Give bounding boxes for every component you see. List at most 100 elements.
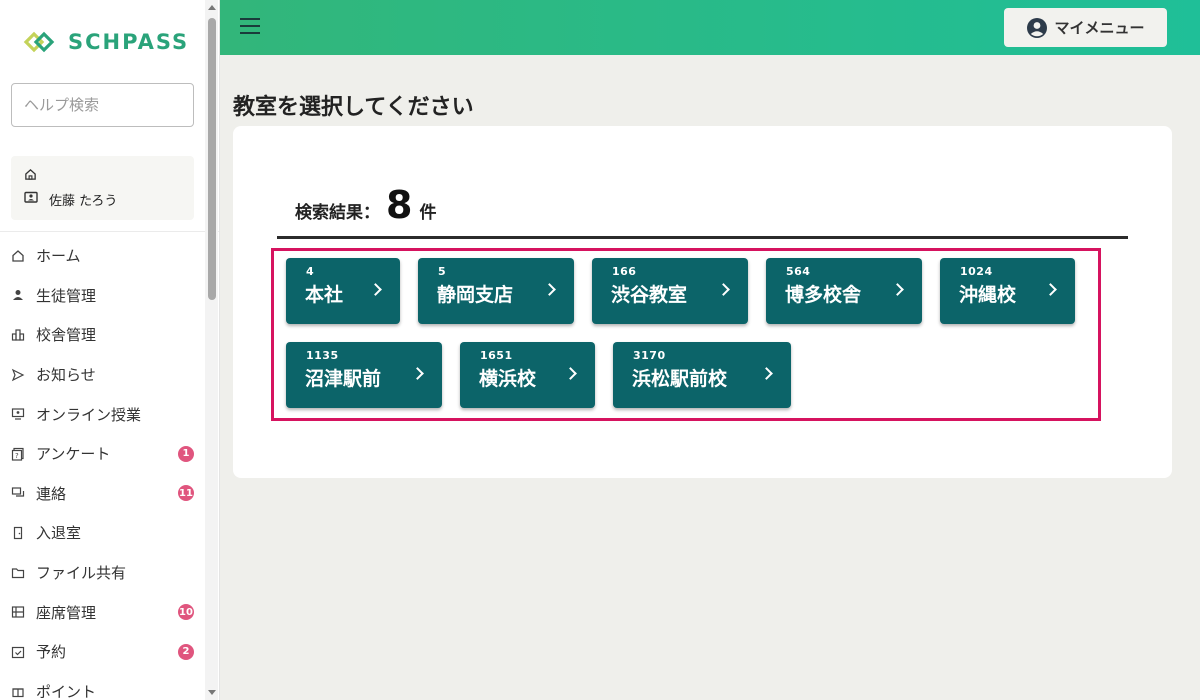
result-unit: 件 [419, 203, 437, 223]
scroll-up-icon[interactable] [208, 5, 216, 10]
seat-icon [10, 604, 26, 620]
chevron-right-icon [564, 367, 577, 380]
result-label: 検索結果： [295, 203, 380, 223]
notification-badge: 1 [178, 445, 194, 462]
sidebar-item-9[interactable]: 座席管理 10 [0, 592, 210, 632]
home-icon [25, 168, 36, 180]
chevron-right-icon [543, 283, 556, 296]
sidebar-scrollbar[interactable] [205, 0, 218, 700]
classroom-name: 横浜校 [479, 368, 537, 390]
page-title: 教室を選択してください [233, 95, 474, 120]
notification-badge: 10 [178, 604, 194, 621]
sidebar-item-11[interactable]: ポイント [0, 672, 210, 700]
user-name: 佐藤 たろう [49, 194, 118, 209]
classroom-code: 564 [786, 265, 811, 278]
monitor-icon [10, 406, 26, 422]
classroom-name: 浜松駅前校 [632, 368, 728, 390]
sidebar-item-4[interactable]: オンライン授業 [0, 394, 210, 434]
sidebar-item-label: お知らせ [36, 366, 96, 385]
sidebar-divider [0, 231, 219, 232]
sidebar-item-label: アンケート [36, 445, 111, 464]
classroom-button[interactable]: 5 静岡支店 [418, 258, 574, 324]
chevron-right-icon [369, 283, 382, 296]
sidebar-item-label: 連絡 [36, 484, 67, 503]
classroom-name: 渋谷教室 [611, 284, 688, 306]
student-icon [10, 287, 26, 303]
classroom-code: 3170 [633, 349, 666, 362]
classroom-button[interactable]: 1651 横浜校 [460, 342, 595, 408]
sidebar-nav: ホーム 生徒管理 校舎管理 お知らせ オンライン授業? アンケート 1 連絡 11 入退室 ファイル… [0, 236, 210, 700]
classroom-name: 沼津駅前 [305, 368, 382, 390]
id-card-icon [24, 191, 38, 203]
scroll-thumb[interactable] [208, 18, 216, 300]
calendar-icon [10, 644, 26, 660]
sidebar-item-label: 校舎管理 [36, 326, 97, 345]
chevron-right-icon [1044, 283, 1057, 296]
sidebar-item-7[interactable]: 入退室 [0, 513, 210, 553]
page-scrollbar[interactable] [1186, 55, 1200, 700]
classroom-code: 5 [438, 265, 447, 278]
classroom-name: 静岡支店 [437, 284, 514, 306]
home-icon [10, 248, 26, 264]
chevron-right-icon [411, 367, 424, 380]
result-count: 8 [386, 183, 413, 227]
sidebar-item-2[interactable]: 校舎管理 [0, 315, 210, 355]
classroom-button[interactable]: 166 渋谷教室 [592, 258, 748, 324]
classroom-code: 1135 [306, 349, 339, 362]
account-circle-icon [1027, 17, 1048, 38]
top-bar: マイメニュー [220, 0, 1200, 55]
sidebar-item-label: ファイル共有 [36, 564, 127, 583]
door-icon [10, 525, 26, 541]
classroom-select-card: 検索結果： 8 件 4 本社 5 静岡支店 166 渋谷教室 564 博多校舎 1024 沖縄校 1… [233, 126, 1172, 478]
logo-mark-icon [23, 31, 55, 53]
classroom-code: 1651 [480, 349, 513, 362]
svg-text:?: ? [15, 452, 19, 460]
chat-icon [10, 485, 26, 501]
search-result-summary: 検索結果： 8 件 [295, 183, 436, 227]
sidebar: SCHPASS 佐藤 たろう ホーム生徒管理校舎管理お知らせオンライン授業? アン… [0, 0, 220, 700]
classroom-button[interactable]: 3170 浜松駅前校 [613, 342, 791, 408]
user-box[interactable]: 佐藤 たろう [11, 156, 194, 220]
classroom-code: 166 [612, 265, 637, 278]
classroom-code: 1024 [960, 265, 993, 278]
sidebar-item-5[interactable]: ? アンケート 1 [0, 434, 210, 474]
notification-badge: 2 [178, 643, 194, 660]
result-divider [277, 236, 1128, 239]
notification-badge: 11 [178, 485, 194, 502]
sidebar-item-1[interactable]: 生徒管理 [0, 276, 210, 316]
chevron-right-icon [717, 283, 730, 296]
classroom-button[interactable]: 4 本社 [286, 258, 400, 324]
help-search-input[interactable] [11, 83, 194, 127]
folder-icon [10, 565, 26, 581]
sidebar-item-label: 生徒管理 [36, 286, 97, 305]
hamburger-menu-icon[interactable] [240, 18, 260, 34]
sidebar-item-label: ホーム [36, 247, 81, 266]
sidebar-item-label: 座席管理 [36, 603, 97, 622]
classroom-button[interactable]: 564 博多校舎 [766, 258, 922, 324]
classroom-name: 博多校舎 [785, 284, 862, 306]
survey-icon: ? [10, 446, 26, 462]
scroll-down-icon[interactable] [208, 690, 216, 695]
classroom-code: 4 [306, 265, 315, 278]
brand-name: SCHPASS [68, 30, 190, 54]
classroom-button[interactable]: 1135 沼津駅前 [286, 342, 442, 408]
building-icon [10, 327, 26, 343]
schpass-logo[interactable]: SCHPASS [22, 28, 189, 56]
chevron-right-icon [760, 367, 773, 380]
chevron-right-icon [891, 283, 904, 296]
sidebar-item-label: 予約 [36, 643, 67, 662]
sidebar-item-8[interactable]: ファイル共有 [0, 553, 210, 593]
sidebar-item-0[interactable]: ホーム [0, 236, 210, 276]
sidebar-item-3[interactable]: お知らせ [0, 355, 210, 395]
classroom-button[interactable]: 1024 沖縄校 [940, 258, 1075, 324]
sidebar-item-label: オンライン授業 [36, 405, 142, 424]
classroom-name: 本社 [305, 284, 344, 306]
sidebar-item-label: ポイント [36, 682, 97, 700]
sidebar-item-6[interactable]: 連絡 11 [0, 474, 210, 514]
my-menu-label: マイメニュー [1054, 19, 1145, 37]
sidebar-item-label: 入退室 [36, 524, 82, 543]
gift-icon [10, 683, 26, 699]
my-menu-button[interactable]: マイメニュー [1004, 8, 1167, 47]
sidebar-item-10[interactable]: 予約 2 [0, 632, 210, 672]
send-icon [10, 367, 26, 383]
